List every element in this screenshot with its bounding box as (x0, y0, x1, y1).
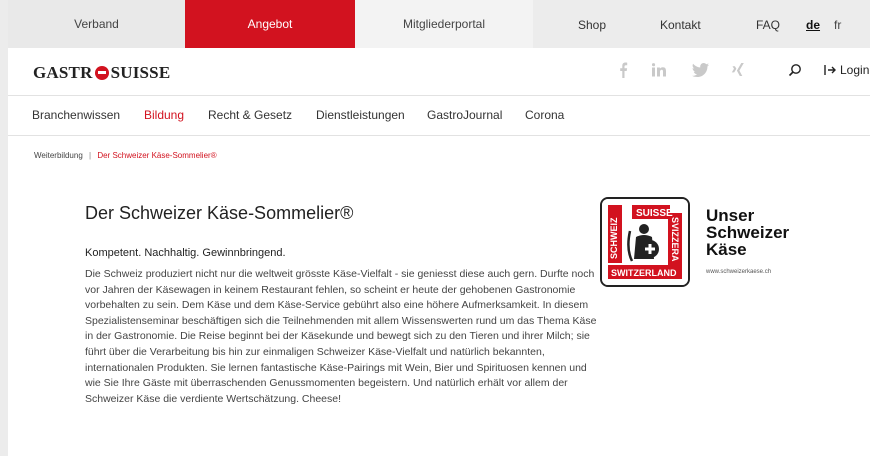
cheese-url: www.schweizerkaese.ch (706, 269, 772, 275)
linkedin-icon[interactable] (652, 63, 668, 77)
topbar-item-mitgliederportal[interactable]: Mitgliederportal (355, 0, 533, 48)
badge-word-switzerland: SWITZERLAND (611, 268, 677, 278)
topbar-label: Angebot (247, 17, 293, 31)
page-subtitle: Kompetent. Nachhaltig. Gewinnbringend. (85, 247, 286, 259)
nav-item-corona[interactable]: Corona (525, 108, 564, 122)
nav-item-dienstleistungen[interactable]: Dienstleistungen (316, 108, 405, 122)
topbar-item-kontakt[interactable]: Kontakt (660, 18, 701, 32)
nav-item-branchenwissen[interactable]: Branchenwissen (32, 108, 120, 122)
login-label: Login (840, 63, 870, 77)
topbar-item-angebot[interactable]: Angebot (185, 0, 355, 48)
topbar-label: Mitgliederportal (402, 17, 486, 31)
nav-item-gastrojournal[interactable]: GastroJournal (427, 108, 502, 122)
logo-text-right: SUISSE (110, 63, 171, 82)
left-edge (0, 0, 8, 456)
top-bar: Verband Angebot Mitgliederportal Shop Ko… (8, 0, 870, 48)
nav-item-bildung[interactable]: Bildung (144, 108, 184, 122)
xing-icon[interactable] (731, 63, 745, 77)
login-icon (824, 65, 836, 75)
breadcrumb-separator: | (89, 151, 92, 160)
cheese-wordmark-line2: Schweizer (706, 223, 790, 242)
gastrosuisse-logo[interactable]: GASTR SUISSE (33, 63, 170, 83)
language-fr[interactable]: fr (834, 18, 841, 32)
cheese-wordmark: Unser Schweizer Käse (706, 207, 789, 258)
page-body-text: Die Schweiz produziert nicht nur die wel… (85, 268, 597, 405)
login-button[interactable]: Login (824, 63, 869, 77)
logo-text-left: GASTR (33, 63, 93, 82)
badge-word-svizzera: SVIZZERA (670, 217, 680, 262)
badge-word-schweiz: SCHWEIZ (609, 217, 619, 259)
cheese-badge-graphic: SCHWEIZ SUISSE SVIZZERA SWITZERLAND (602, 199, 688, 285)
facebook-icon[interactable] (618, 62, 628, 78)
topbar-right-group: Shop Kontakt FAQ de fr (533, 0, 870, 48)
topbar-item-shop[interactable]: Shop (578, 18, 606, 32)
breadcrumb-item-weiterbildung[interactable]: Weiterbildung (34, 151, 83, 160)
topbar-item-verband[interactable]: Verband (8, 0, 185, 48)
topbar-label: Verband (74, 17, 119, 31)
cheese-wordmark-line3: Käse (706, 240, 747, 259)
nav-item-recht-gesetz[interactable]: Recht & Gesetz (208, 108, 292, 122)
page-title: Der Schweizer Käse-Sommelier® (85, 203, 354, 223)
site-header: GASTR SUISSE Login (8, 48, 870, 96)
breadcrumb-item-current: Der Schweizer Käse-Sommelier® (97, 151, 217, 160)
topbar-item-faq[interactable]: FAQ (756, 18, 780, 32)
cheese-wordmark-line1: Unser (706, 206, 755, 225)
badge-word-suisse: SUISSE (636, 208, 673, 219)
main-nav: Branchenwissen Bildung Recht & Gesetz Di… (8, 96, 870, 136)
breadcrumb: Weiterbildung | Der Schweizer Käse-Somme… (34, 151, 217, 160)
language-de[interactable]: de (806, 18, 820, 32)
logo-mark-icon (94, 66, 109, 80)
twitter-icon[interactable] (692, 63, 709, 77)
search-icon[interactable] (786, 61, 804, 79)
swiss-cheese-badge: SCHWEIZ SUISSE SVIZZERA SWITZERLAND (600, 197, 690, 287)
